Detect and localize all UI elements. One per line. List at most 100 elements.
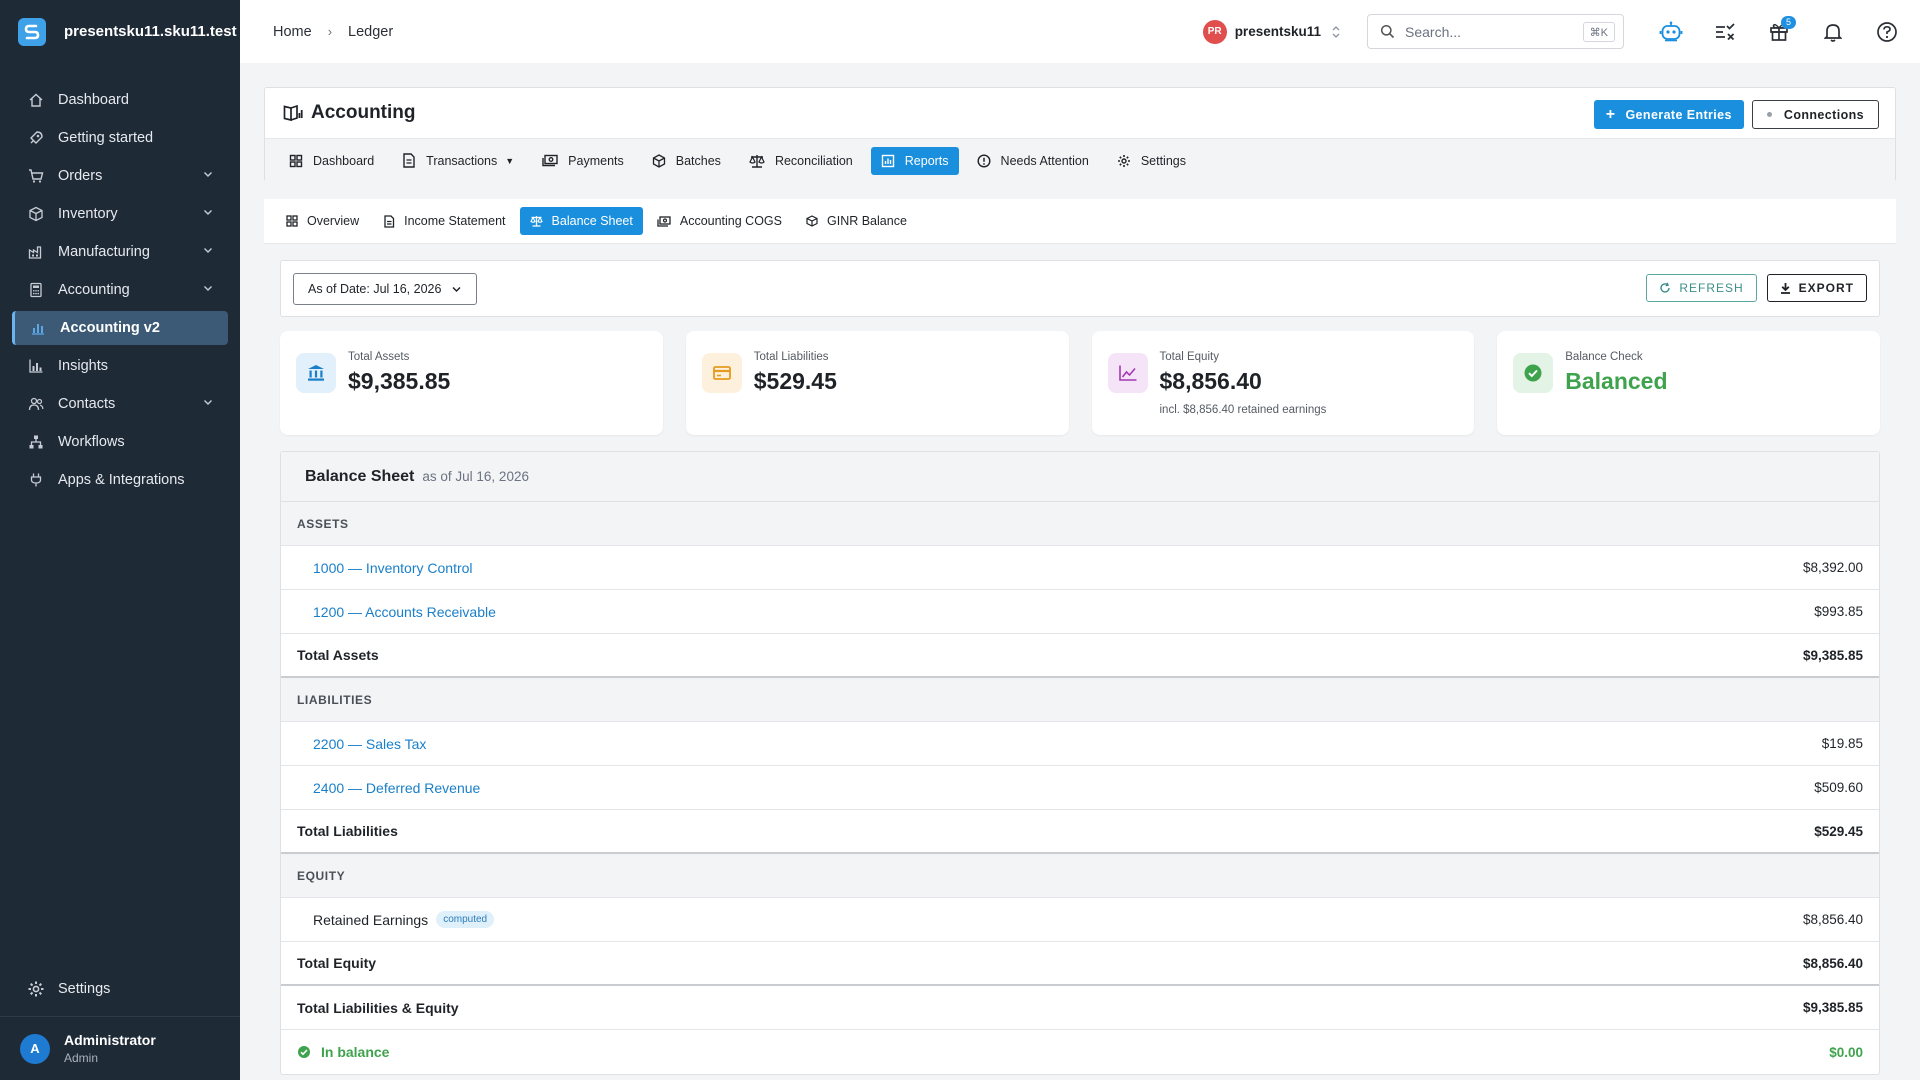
amount: $509.60 [1814,780,1863,795]
tab-label: Batches [675,153,721,168]
tab-label: Income Statement [404,214,506,228]
tab-needs-attention[interactable]: Needs Attention [967,147,1099,175]
table-row: Retained Earnings computed $8,856.40 [281,898,1879,942]
tab-label: Settings [1140,153,1186,168]
search-icon [1380,24,1395,39]
topbar: Home › Ledger PR presentsku11 ⌘K 5 [240,0,1920,63]
tasks-button[interactable] [1698,12,1752,52]
sidebar-item-insights[interactable]: Insights [12,349,228,383]
bar-chart-icon [26,356,46,376]
kpi-label: Total Assets [348,351,410,363]
tab-transactions[interactable]: Transactions ▼ [392,147,524,175]
total-amount: $8,856.40 [1802,955,1863,971]
chevron-right-icon: › [327,24,333,39]
plug-icon [26,470,46,490]
scale-icon [749,154,765,168]
date-value: Jul 16, 2026 [373,282,442,296]
people-icon [26,394,46,414]
accounting-tabs: Dashboard Transactions ▼ Payments Batche… [265,138,1895,182]
tab-label: Payments [568,153,624,168]
refresh-button[interactable]: REFRESH [1646,274,1757,302]
generate-entries-button[interactable]: + Generate Entries [1593,100,1744,129]
accounting-header-card: Accounting + Generate Entries Connection… [264,87,1896,182]
check-circle-icon [297,1045,311,1059]
assistant-robot-button[interactable] [1644,12,1698,52]
tab-accounting-cogs[interactable]: Accounting COGS [647,207,792,235]
total-label: Total Liabilities [297,823,398,839]
sidebar-item-contacts[interactable]: Contacts [12,387,228,421]
kpi-note: incl. $8,856.40 retained earnings [1159,404,1327,416]
account-link[interactable]: 2200 — Sales Tax [297,736,426,752]
tab-label: Dashboard [313,153,375,168]
tab-ginr-balance[interactable]: GINR Balance [796,207,917,235]
tab-label: Needs Attention [1000,153,1089,168]
export-button[interactable]: EXPORT [1766,274,1867,302]
tab-reports[interactable]: Reports [870,146,959,175]
balance-difference: $0.00 [1829,1044,1863,1060]
total-label: Total Assets [297,647,379,663]
org-badge: PR [1202,19,1227,44]
checklist-icon [1714,22,1736,42]
sidebar-item-manufacturing[interactable]: Manufacturing [12,235,228,269]
kpi-value: Balanced [1565,368,1668,394]
rocket-icon [26,128,46,148]
tab-balance-sheet[interactable]: Balance Sheet [519,207,643,235]
sidebar-item-inventory[interactable]: Inventory [12,197,228,231]
cash-icon [542,154,558,167]
account-link[interactable]: 1200 — Accounts Receivable [297,604,496,620]
breadcrumb-home[interactable]: Home [273,24,312,40]
tab-payments[interactable]: Payments [532,147,634,175]
home-icon [26,90,46,110]
brand[interactable]: presentsku11.sku11.test [0,0,240,63]
account-link[interactable]: 1000 — Inventory Control [297,560,473,576]
kpi-cards: Total Assets $9,385.85 Total Liabilities… [280,331,1880,435]
computed-badge: computed [436,911,495,928]
sidebar-item-label: Accounting [58,282,130,298]
tab-dashboard[interactable]: Dashboard [279,147,384,175]
balance-sheet-subtitle: as of Jul 16, 2026 [422,469,529,484]
factory-icon [26,242,46,262]
bell-icon [1824,22,1842,42]
cube-icon [652,153,666,168]
sidebar-item-settings[interactable]: Settings [12,972,228,1006]
trend-line-icon [1107,353,1148,393]
search-box[interactable]: ⌘K [1367,14,1624,49]
sidebar-item-orders[interactable]: Orders [12,159,228,193]
kpi-total-equity: Total Equity $8,856.40 incl. $8,856.40 r… [1091,331,1475,435]
brand-logo-icon [18,17,46,46]
kpi-total-assets: Total Assets $9,385.85 [280,331,663,435]
robot-icon [1659,21,1683,43]
sidebar-item-label: Orders [58,168,103,184]
grid-icon [289,154,303,168]
user-card[interactable]: A Administrator Admin [0,1016,240,1080]
search-input[interactable] [1405,23,1565,40]
tab-label: GINR Balance [827,214,907,228]
tab-income-statement[interactable]: Income Statement [373,207,515,235]
help-button[interactable] [1860,12,1914,52]
plus-icon: + [1605,105,1616,123]
sidebar-item-dashboard[interactable]: Dashboard [12,83,228,117]
sidebar-footer: Settings A Administrator Admin [0,972,240,1080]
sidebar-item-accounting[interactable]: Accounting [12,273,228,307]
sidebar-item-apps-integrations[interactable]: Apps & Integrations [12,463,228,497]
help-circle-icon [1876,21,1898,43]
kpi-label: Balance Check [1565,351,1643,363]
as-of-date-picker[interactable]: As of Date: Jul 16, 2026 [293,273,478,305]
alert-circle-icon [977,153,991,168]
balance-status-label: In balance [321,1044,390,1060]
sidebar-item-workflows[interactable]: Workflows [12,425,228,459]
org-switcher[interactable]: PR presentsku11 [1202,19,1341,44]
tab-overview[interactable]: Overview [276,207,369,235]
account-link[interactable]: 2400 — Deferred Revenue [297,780,480,796]
sidebar-item-accounting-v2[interactable]: Accounting v2 [12,311,228,345]
notifications-button[interactable] [1806,12,1860,52]
connections-button[interactable]: Connections [1751,100,1879,129]
tab-settings[interactable]: Settings [1107,147,1196,175]
kpi-label: Total Liabilities [753,351,829,363]
section-header: ASSETS [281,502,1879,546]
sidebar-item-getting-started[interactable]: Getting started [12,121,228,155]
sidebar-item-label: Apps & Integrations [58,472,185,488]
tab-reconciliation[interactable]: Reconciliation [739,147,863,175]
gifts-button[interactable]: 5 [1752,12,1806,52]
tab-batches[interactable]: Batches [642,147,731,175]
